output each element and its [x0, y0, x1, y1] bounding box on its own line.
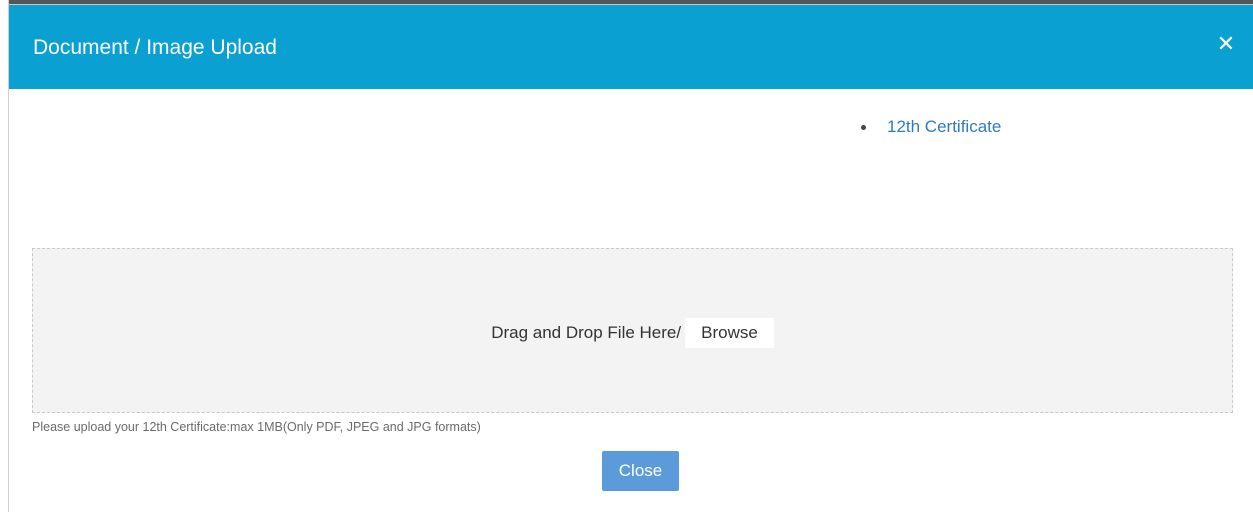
dialog-header: Document / Image Upload ✕ [9, 5, 1253, 89]
window-left-edge [0, 0, 9, 512]
file-dropzone[interactable]: Drag and Drop File Here/Browse [32, 248, 1233, 413]
upload-help-text: Please upload your 12th Certificate:max … [32, 420, 481, 434]
dialog-title: Document / Image Upload [33, 36, 277, 59]
page: Document / Image Upload ✕ 12th Certifica… [0, 0, 1253, 513]
document-list: 12th Certificate [855, 116, 1001, 138]
dropzone-content: Drag and Drop File Here/Browse [33, 318, 1232, 348]
browse-button[interactable]: Browse [685, 318, 774, 348]
dropzone-label: Drag and Drop File Here/ [491, 323, 682, 342]
close-icon[interactable]: ✕ [1215, 33, 1237, 55]
list-item: 12th Certificate [855, 116, 1001, 138]
upload-dialog: Document / Image Upload ✕ 12th Certifica… [9, 4, 1253, 513]
close-button[interactable]: Close [602, 451, 679, 491]
document-link-12th-certificate[interactable]: 12th Certificate [887, 117, 1001, 136]
